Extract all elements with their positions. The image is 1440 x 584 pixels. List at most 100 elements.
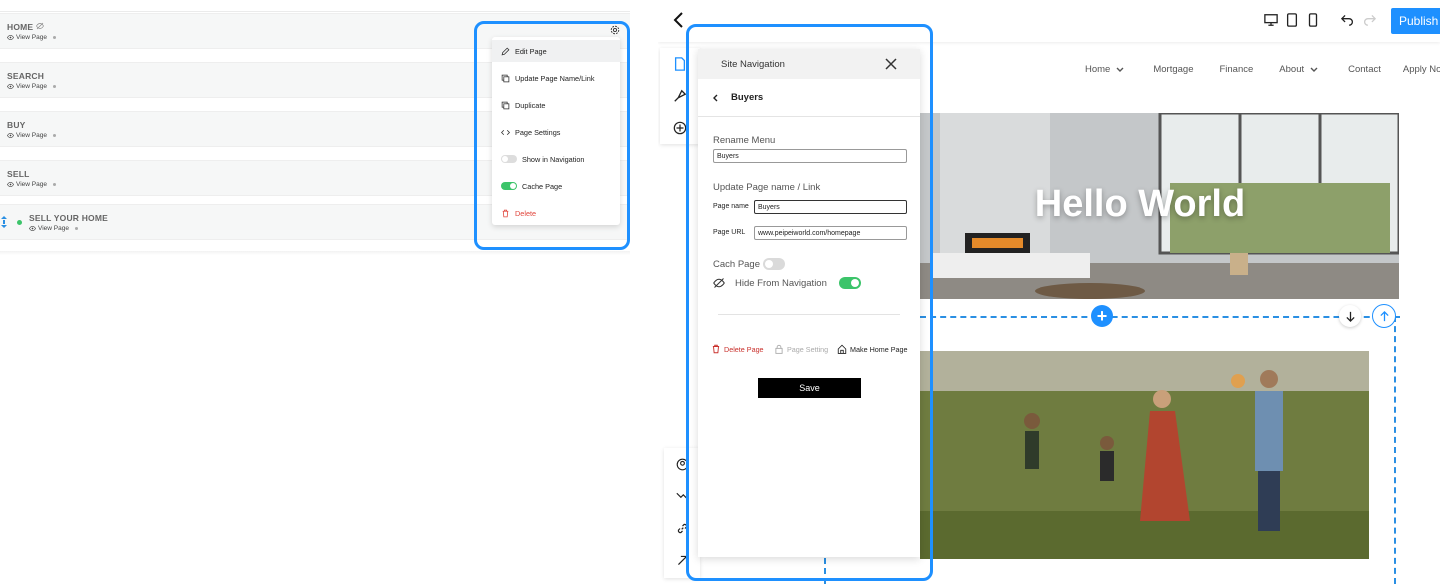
brush-icon xyxy=(674,89,687,102)
eye-icon xyxy=(29,225,36,232)
eye-icon xyxy=(7,34,14,41)
move-up-button[interactable] xyxy=(1372,304,1396,328)
page-icon xyxy=(674,57,686,71)
trend-icon xyxy=(675,492,689,500)
link-icon xyxy=(677,523,687,533)
nav-label: Contact xyxy=(1348,64,1381,75)
status-dot xyxy=(52,134,56,137)
view-page-label: View Page xyxy=(16,181,47,188)
menu-item-duplicate[interactable]: Duplicate xyxy=(492,94,620,116)
status-dot xyxy=(52,183,56,186)
section-boundary xyxy=(920,316,1400,318)
action-label: Make Home Page xyxy=(850,344,908,354)
view-page-link[interactable]: View Page xyxy=(7,132,56,139)
chevron-left-icon[interactable] xyxy=(672,11,686,29)
active-dot xyxy=(17,220,22,225)
nav-label: Apply Now xyxy=(1402,64,1440,75)
dialog-title: Site Navigation xyxy=(721,58,785,70)
divider xyxy=(0,251,630,255)
pencil-icon xyxy=(501,47,510,55)
tablet-icon[interactable] xyxy=(1285,13,1299,27)
menu-item-label: Update Page Name/Link xyxy=(515,73,595,83)
rename-menu-input[interactable]: Buyers xyxy=(713,149,907,163)
nav-item-finance[interactable]: Finance xyxy=(1219,64,1253,75)
menu-item-update-name[interactable]: Update Page Name/Link xyxy=(492,67,620,89)
nav-item-home[interactable]: Home xyxy=(1085,64,1124,75)
move-down-button[interactable] xyxy=(1339,305,1361,327)
mobile-icon[interactable] xyxy=(1306,13,1320,27)
site-navigation-dialog: Site Navigation Buyers Rename Menu Buyer… xyxy=(698,49,920,557)
delete-page-button[interactable]: Delete Page xyxy=(711,344,764,354)
cach-page-toggle[interactable] xyxy=(763,258,785,270)
cach-page-label: Cach Page xyxy=(713,259,761,270)
arrow-down-icon xyxy=(1345,311,1355,322)
menu-item-label: Show in Navigation xyxy=(522,154,585,164)
eye-icon xyxy=(7,132,14,139)
external-tool[interactable] xyxy=(664,544,700,576)
view-page-link[interactable]: View Page xyxy=(7,181,56,188)
menu-item-edit-page[interactable]: Edit Page xyxy=(492,40,620,62)
desktop-icon[interactable] xyxy=(1264,13,1278,27)
show-in-navigation-toggle[interactable] xyxy=(501,155,517,163)
menu-item-label: Cache Page xyxy=(522,181,563,191)
duplicate-icon xyxy=(501,101,510,109)
drag-handle-icon[interactable] xyxy=(1,216,7,228)
publish-button[interactable]: Publish S xyxy=(1391,8,1440,34)
analytics-tool[interactable] xyxy=(664,480,700,512)
cache-page-toggle[interactable] xyxy=(501,182,517,190)
add-tool[interactable] xyxy=(660,112,700,144)
page-setting-button[interactable]: Page Setting xyxy=(774,344,828,354)
undo-icon[interactable] xyxy=(1341,13,1354,26)
divider xyxy=(718,314,900,315)
user-tool[interactable] xyxy=(664,448,700,480)
page-title: BUY xyxy=(7,120,26,130)
status-dot xyxy=(52,85,56,88)
copy-icon xyxy=(501,74,510,82)
nav-label: Finance xyxy=(1219,64,1254,75)
arrow-up-right-icon xyxy=(677,555,687,565)
editor-side-toolbar-bottom xyxy=(664,448,700,578)
menu-item-delete[interactable]: Delete xyxy=(492,202,620,224)
link-tool[interactable] xyxy=(664,512,700,544)
arrow-up-icon xyxy=(1379,310,1389,321)
view-page-link[interactable]: View Page xyxy=(7,34,56,41)
code-icon xyxy=(501,129,510,135)
hero-title: Hello World xyxy=(1034,183,1246,225)
hide-navigation-toggle[interactable] xyxy=(839,277,861,289)
dialog-back-row[interactable]: Buyers xyxy=(698,79,920,117)
design-tool[interactable] xyxy=(660,80,700,112)
close-icon[interactable] xyxy=(884,57,898,71)
redo-icon[interactable] xyxy=(1363,13,1376,26)
page-name-input[interactable]: Buyers xyxy=(754,200,907,214)
save-button[interactable]: Save xyxy=(758,378,861,398)
nav-item-about[interactable]: About xyxy=(1279,64,1318,75)
nav-item-contact[interactable]: Contact xyxy=(1348,64,1381,75)
menu-item-page-settings[interactable]: Page Settings xyxy=(492,121,620,143)
page-url-label: Page URL xyxy=(713,229,746,236)
page-title: SELL xyxy=(7,169,30,179)
gear-icon[interactable] xyxy=(610,25,620,35)
view-page-link[interactable]: View Page xyxy=(29,225,78,232)
trash-icon xyxy=(712,344,720,354)
lock-icon xyxy=(775,344,783,354)
menu-item-label: Edit Page xyxy=(515,46,547,56)
status-dot xyxy=(74,227,78,230)
family-photo[interactable] xyxy=(920,351,1369,559)
make-home-page-button[interactable]: Make Home Page xyxy=(837,344,908,354)
pages-tool[interactable] xyxy=(660,48,700,80)
editor-panel: Publish S Home Mortgage Finance About Co xyxy=(658,0,1440,584)
menu-item-cache-page[interactable]: Cache Page xyxy=(492,175,620,197)
update-page-label: Update Page name / Link xyxy=(713,182,821,193)
menu-item-show-in-navigation[interactable]: Show in Navigation xyxy=(492,148,620,170)
eye-off-icon xyxy=(713,278,725,288)
add-section-button[interactable]: + xyxy=(1091,305,1113,327)
view-page-link[interactable]: View Page xyxy=(7,83,56,90)
rename-menu-label: Rename Menu xyxy=(713,135,776,146)
hero-image[interactable]: Hello World xyxy=(920,113,1399,299)
page-title: SELL YOUR HOME xyxy=(29,213,108,223)
view-page-label: View Page xyxy=(16,83,47,90)
nav-item-mortgage[interactable]: Mortgage xyxy=(1153,64,1193,75)
menu-item-label: Duplicate xyxy=(515,100,546,110)
nav-item-apply-now[interactable]: Apply Now xyxy=(1403,64,1440,75)
page-url-input[interactable]: www.peipeiworld.com/homepage xyxy=(754,226,907,240)
